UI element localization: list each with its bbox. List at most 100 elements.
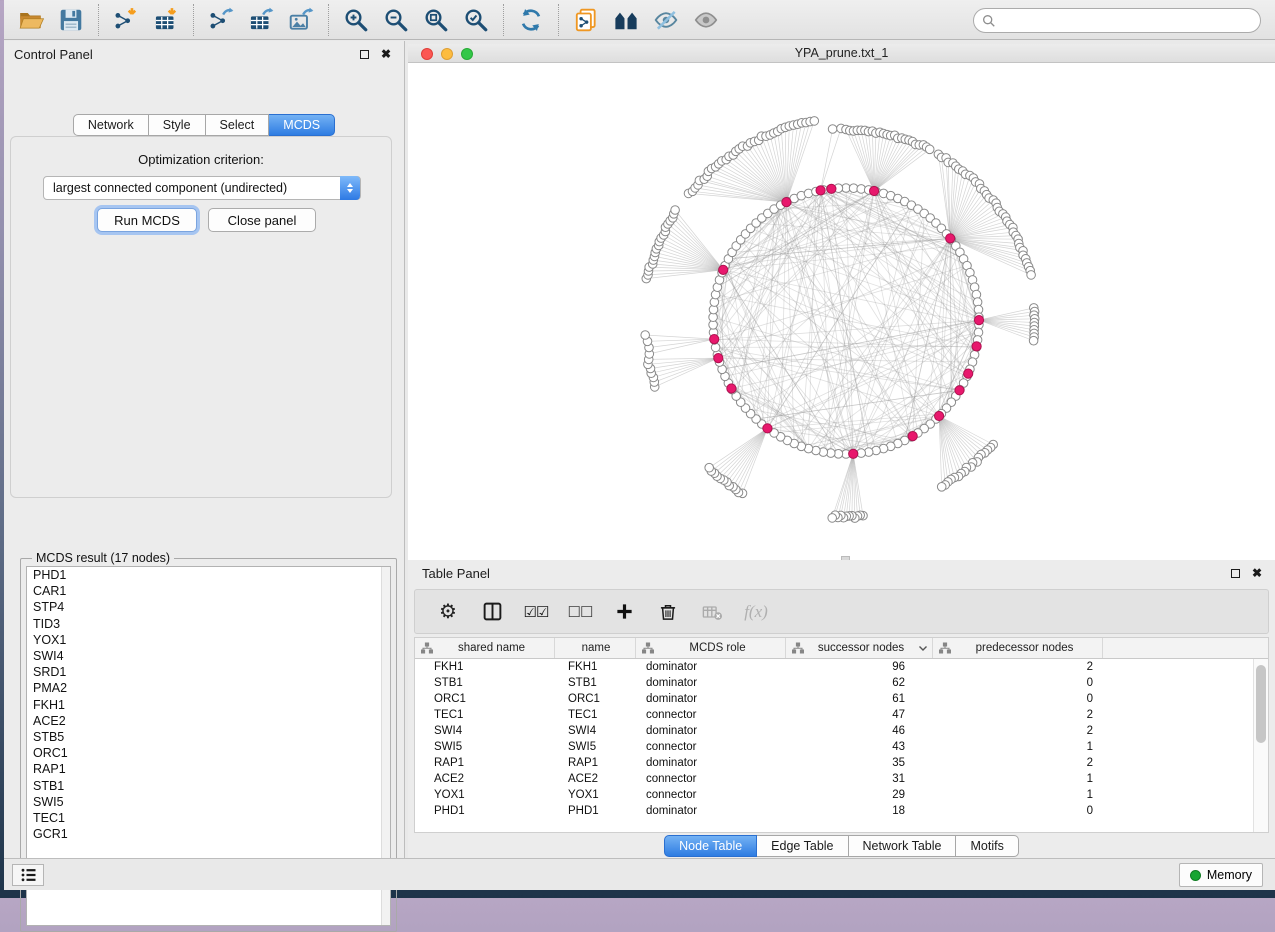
tab-select[interactable]: Select [206,114,270,136]
table-cell[interactable]: STB1 [415,677,555,689]
column-header-shared-name[interactable]: shared name [415,638,555,658]
table-cell[interactable]: 0 [933,693,1103,705]
import-network-button[interactable] [108,4,144,36]
table-cell[interactable]: 61 [786,693,933,705]
table-cell[interactable]: dominator [636,693,786,705]
mcds-result-item[interactable]: STB5 [27,729,390,745]
export-image-button[interactable] [283,4,319,36]
column-header-successor-nodes[interactable]: successor nodes [786,638,933,658]
table-cell[interactable]: FKH1 [555,661,636,673]
table-cell[interactable]: SWI5 [555,741,636,753]
mcds-result-item[interactable]: RAP1 [27,761,390,777]
table-cell[interactable]: FKH1 [415,661,555,673]
table-cell[interactable]: ORC1 [415,693,555,705]
mcds-result-item[interactable]: PHD1 [27,567,390,583]
first-neighbors-button[interactable] [608,4,644,36]
table-cell[interactable]: dominator [636,805,786,817]
save-session-button[interactable] [53,4,89,36]
table-cell[interactable]: connector [636,773,786,785]
table-cell[interactable]: PHD1 [415,805,555,817]
close-panel-icon[interactable]: ✖ [380,48,392,60]
table-scrollbar-thumb[interactable] [1256,665,1266,743]
hide-selected-button[interactable] [648,4,684,36]
close-panel-button[interactable]: Close panel [208,208,316,232]
mcds-result-item[interactable]: SRD1 [27,664,390,680]
table-row[interactable]: STB1STB1dominator620 [415,675,1268,691]
table-cell[interactable]: 18 [786,805,933,817]
zoom-in-button[interactable] [338,4,374,36]
table-row[interactable]: FKH1FKH1dominator962 [415,659,1268,675]
mcds-result-item[interactable]: STP4 [27,599,390,615]
table-row[interactable]: SWI4SWI4dominator462 [415,723,1268,739]
run-mcds-button[interactable]: Run MCDS [97,208,197,232]
select-all-checkboxes-button[interactable]: ☑☑ [521,597,551,627]
table-cell[interactable]: TEC1 [415,709,555,721]
table-row[interactable]: PHD1PHD1dominator180 [415,803,1268,819]
table-cell[interactable]: 96 [786,661,933,673]
table-cell[interactable]: YOX1 [555,789,636,801]
table-row[interactable]: ORC1ORC1dominator610 [415,691,1268,707]
table-cell[interactable]: dominator [636,677,786,689]
table-cell[interactable]: PHD1 [555,805,636,817]
table-cell[interactable]: 46 [786,725,933,737]
table-cell[interactable]: 31 [786,773,933,785]
table-cell[interactable]: connector [636,741,786,753]
table-cell[interactable]: 0 [933,805,1103,817]
delete-column-button[interactable] [653,597,683,627]
deselect-all-checkboxes-button[interactable]: ☐☐ [565,597,595,627]
table-cell[interactable]: 2 [933,757,1103,769]
tab-edge-table[interactable]: Edge Table [757,835,848,857]
zoom-out-button[interactable] [378,4,414,36]
table-cell[interactable]: dominator [636,725,786,737]
table-cell[interactable]: RAP1 [555,757,636,769]
table-cell[interactable]: SWI4 [555,725,636,737]
table-cell[interactable]: 35 [786,757,933,769]
table-cell[interactable]: 1 [933,789,1103,801]
mcds-result-item[interactable]: STB1 [27,778,390,794]
table-cell[interactable]: STB1 [555,677,636,689]
network-canvas[interactable] [408,63,1275,560]
clone-network-button[interactable] [568,4,604,36]
mcds-result-item[interactable]: CAR1 [27,583,390,599]
table-cell[interactable]: dominator [636,661,786,673]
table-row[interactable]: TEC1TEC1connector472 [415,707,1268,723]
table-cell[interactable]: 47 [786,709,933,721]
tab-mcds[interactable]: MCDS [269,114,335,136]
table-cell[interactable]: connector [636,709,786,721]
table-cell[interactable]: 62 [786,677,933,689]
table-cell[interactable]: 29 [786,789,933,801]
zoom-fit-button[interactable] [418,4,454,36]
table-cell[interactable]: SWI4 [415,725,555,737]
tab-style[interactable]: Style [149,114,206,136]
mcds-result-item[interactable]: GCR1 [27,826,390,842]
table-row[interactable]: SWI5SWI5connector431 [415,739,1268,755]
toggle-panel-button[interactable] [477,597,507,627]
column-header-predecessor-nodes[interactable]: predecessor nodes [933,638,1103,658]
column-header-MCDS-role[interactable]: MCDS role [636,638,786,658]
search-input[interactable] [996,11,1260,31]
table-cell[interactable]: 2 [933,725,1103,737]
table-cell[interactable]: SWI5 [415,741,555,753]
open-session-button[interactable] [13,4,49,36]
memory-button[interactable]: Memory [1179,863,1263,887]
tab-motifs[interactable]: Motifs [956,835,1018,857]
table-cell[interactable]: 1 [933,741,1103,753]
table-close-panel-icon[interactable]: ✖ [1251,567,1263,579]
tab-node-table[interactable]: Node Table [664,835,757,857]
mcds-result-item[interactable]: FKH1 [27,697,390,713]
table-cell[interactable]: 1 [933,773,1103,785]
table-cell[interactable]: 2 [933,709,1103,721]
mcds-result-item[interactable]: PMA2 [27,680,390,696]
export-table-button[interactable] [243,4,279,36]
mcds-result-item[interactable]: YOX1 [27,632,390,648]
table-cell[interactable]: 0 [933,677,1103,689]
table-scrollbar[interactable] [1253,659,1268,832]
task-history-button[interactable] [12,864,44,886]
show-all-button[interactable] [688,4,724,36]
export-network-button[interactable] [203,4,239,36]
table-cell[interactable]: YOX1 [415,789,555,801]
table-cell[interactable]: 2 [933,661,1103,673]
mcds-result-item[interactable]: TID3 [27,616,390,632]
table-cell[interactable]: ORC1 [555,693,636,705]
mcds-result-item[interactable]: SWI4 [27,648,390,664]
